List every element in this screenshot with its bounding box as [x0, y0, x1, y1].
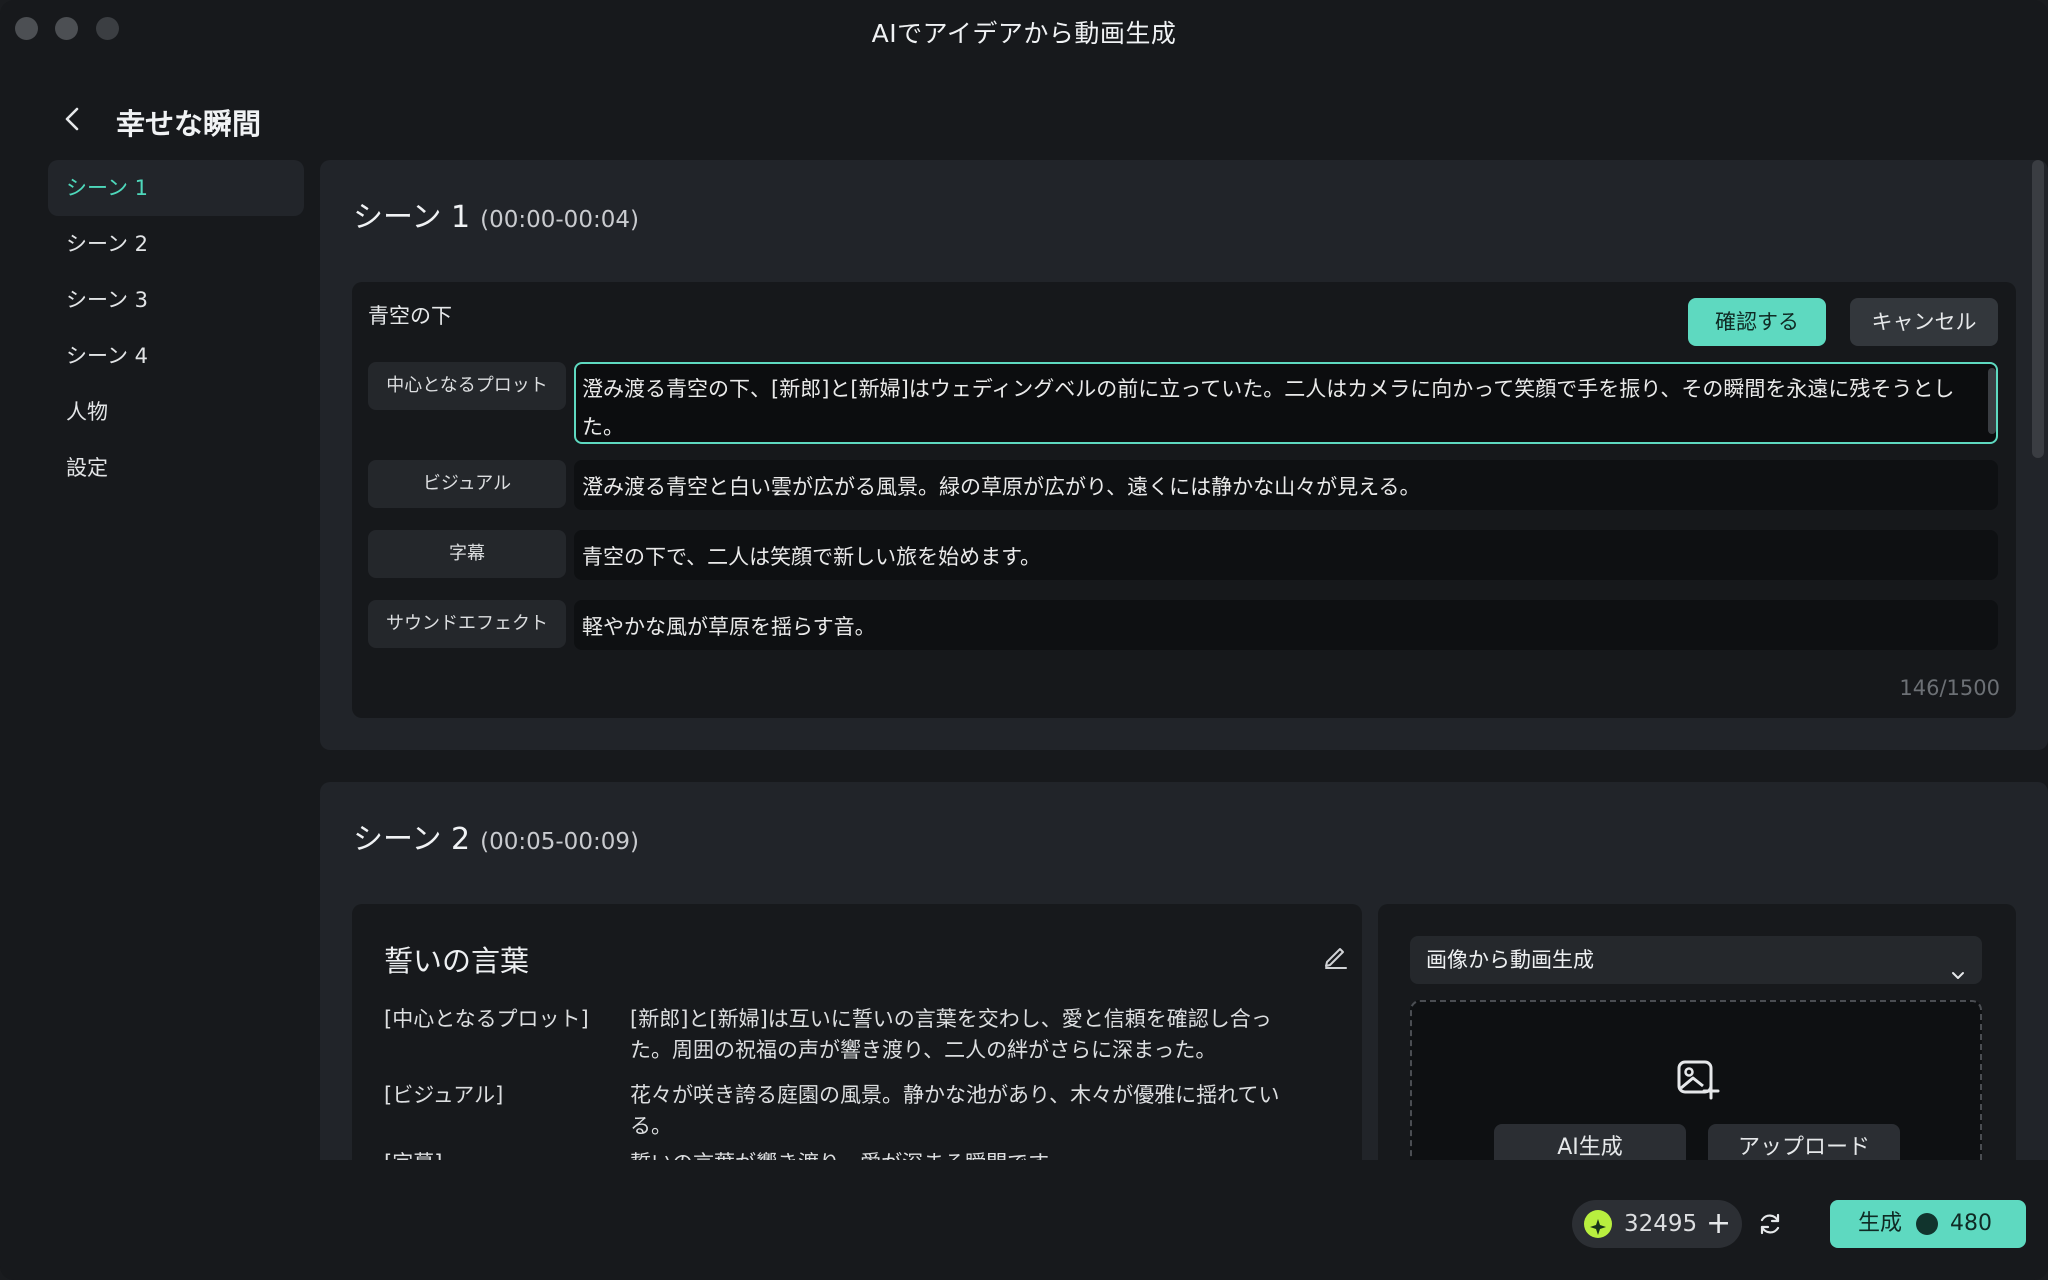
field-value: [新郎]と[新婦]は互いに誓いの言葉を交わし、愛と信頼を確認し合った。周囲の祝福… [630, 1007, 1272, 1062]
scene-1-card: シーン 1 (00:00-00:04) 青空の下 確認する キャンセル 中心となる… [320, 160, 2048, 750]
scene-2-time: (00:05-00:09) [480, 829, 639, 855]
field-value: 誓いの言葉が響き渡り、愛が深まる瞬間です。 [630, 1148, 1310, 1160]
scene-2-script-card: 誓いの言葉 [中心となるプロット] [新郎]と[新婦]は互いに誓いの言葉を交わし… [352, 904, 1362, 1160]
character-counter: 146/1500 [1899, 676, 2000, 700]
window-title: AIでアイデアから動画生成 [871, 19, 1177, 48]
sidebar-item-scene-3[interactable]: シーン 3 [48, 272, 304, 328]
add-credits-icon[interactable]: + [1706, 1200, 1731, 1248]
sidebar-item-scene-4[interactable]: シーン 4 [48, 328, 304, 384]
scene-2-card-title: 誓いの言葉 [384, 944, 530, 978]
generation-mode-select[interactable]: 画像から動画生成 [1410, 936, 1982, 984]
field-key: [ビジュアル] [384, 1083, 504, 1107]
plot-textarea[interactable]: 澄み渡る青空の下、[新郎]と[新婦]はウェディングベルの前に立っていた。二人はカ… [574, 362, 1998, 444]
pencil-icon[interactable] [1322, 942, 1350, 970]
generation-mode-value: 画像から動画生成 [1426, 948, 1594, 972]
sidebar-item-characters[interactable]: 人物 [48, 384, 304, 440]
credits-count: 32495 [1624, 1211, 1698, 1237]
generate-label: 生成 [1858, 1211, 1903, 1236]
back-arrow-icon[interactable] [58, 104, 88, 134]
scene-2-title: シーン 2 [353, 822, 471, 857]
scene-2-card: シーン 2 (00:05-00:09) 誓いの言葉 [中心となるプロット] [新郎… [320, 782, 2048, 1160]
scene-2-media-card: 画像から動画生成 AI生成 アップロード [1378, 904, 2016, 1160]
scene-sidebar: シーン 1 シーン 2 シーン 3 シーン 4 人物 設定 [48, 160, 304, 496]
plot-textarea-scrollbar[interactable] [1988, 368, 1996, 434]
confirm-button[interactable]: 確認する [1688, 298, 1826, 346]
image-dropzone[interactable]: AI生成 アップロード [1410, 1000, 1982, 1160]
scene-1-heading: シーン 1 (00:00-00:04) [353, 192, 639, 236]
chevron-down-icon [1950, 952, 1966, 979]
generate-button[interactable]: 生成 480 [1830, 1200, 2026, 1248]
title-bar: AIでアイデアから動画生成 [0, 0, 2048, 64]
refresh-icon[interactable] [1756, 1210, 1784, 1238]
scene-1-time: (00:00-00:04) [480, 207, 639, 233]
scene-1-edit-title: 青空の下 [368, 304, 452, 328]
sidebar-item-settings[interactable]: 設定 [48, 440, 304, 496]
scene-1-edit-panel: 青空の下 確認する キャンセル 中心となるプロット 澄み渡る青空の下、[新郎]と… [352, 282, 2016, 718]
scene-2-heading: シーン 2 (00:05-00:09) [353, 814, 639, 858]
field-value: 花々が咲き誇る庭園の風景。静かな池があり、木々が優雅に揺れている。 [630, 1083, 1280, 1138]
sound-effect-label: サウンドエフェクト [368, 600, 566, 648]
upload-button[interactable]: アップロード [1708, 1124, 1900, 1160]
ai-generate-button[interactable]: AI生成 [1494, 1124, 1686, 1160]
cost-coin-icon [1916, 1213, 1938, 1235]
sound-effect-textarea[interactable]: 軽やかな風が草原を揺らす音。 [574, 600, 1998, 650]
sidebar-item-scene-2[interactable]: シーン 2 [48, 216, 304, 272]
visual-label: ビジュアル [368, 460, 566, 508]
app-window: AIでアイデアから動画生成 幸せな瞬間 シーン 1 シーン 2 シーン 3 シー… [0, 0, 2048, 1280]
visual-textarea[interactable]: 澄み渡る青空と白い雲が広がる風景。緑の草原が広がり、遠くには静かな山々が見える。 [574, 460, 1998, 510]
field-key: [字幕] [384, 1148, 624, 1160]
field-key: [中心となるプロット] [384, 1007, 589, 1031]
subtitle-textarea[interactable]: 青空の下で、二人は笑顔で新しい旅を始めます。 [574, 530, 1998, 580]
add-image-icon [1673, 1054, 1721, 1102]
sidebar-item-scene-1[interactable]: シーン 1 [48, 160, 304, 216]
credit-coin-icon [1584, 1210, 1612, 1238]
credits-balance[interactable]: 32495 + [1572, 1200, 1742, 1248]
scene-list: シーン 1 (00:00-00:04) 青空の下 確認する キャンセル 中心となる… [320, 160, 2048, 1160]
page-title: 幸せな瞬間 [116, 107, 262, 141]
main-scrollbar[interactable] [2032, 160, 2044, 458]
cancel-button[interactable]: キャンセル [1850, 298, 1998, 346]
plot-label: 中心となるプロット [368, 362, 566, 410]
scene-1-title: シーン 1 [353, 200, 471, 235]
generate-cost: 480 [1950, 1211, 1992, 1236]
subtitle-label: 字幕 [368, 530, 566, 578]
